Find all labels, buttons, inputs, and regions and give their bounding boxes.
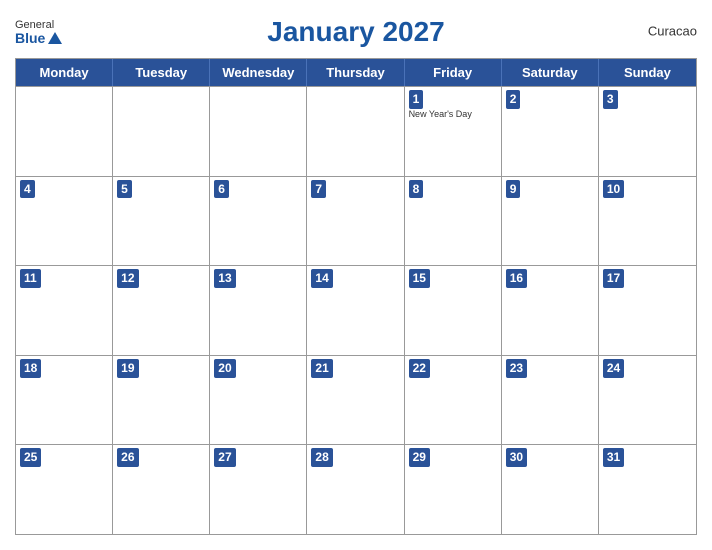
day-number: 24 <box>603 359 624 378</box>
week-row-3: 11 12 13 14 15 16 17 <box>16 265 696 355</box>
day-number: 31 <box>603 448 624 467</box>
day-number: 15 <box>409 269 430 288</box>
day-cell-31: 31 <box>599 445 696 534</box>
day-number: 7 <box>311 180 326 199</box>
day-cell-29: 29 <box>405 445 502 534</box>
day-number: 27 <box>214 448 235 467</box>
day-number: 28 <box>311 448 332 467</box>
day-cell-18: 18 <box>16 356 113 445</box>
day-number: 2 <box>506 90 521 109</box>
day-number: 18 <box>20 359 41 378</box>
day-cell-empty <box>307 87 404 176</box>
day-cell-13: 13 <box>210 266 307 355</box>
day-cell-8: 8 <box>405 177 502 266</box>
day-header-thursday: Thursday <box>307 59 404 86</box>
day-number: 20 <box>214 359 235 378</box>
day-header-monday: Monday <box>16 59 113 86</box>
day-number: 5 <box>117 180 132 199</box>
day-cell-22: 22 <box>405 356 502 445</box>
calendar-grid: MondayTuesdayWednesdayThursdayFridaySatu… <box>15 58 697 535</box>
day-number: 4 <box>20 180 35 199</box>
day-cell-17: 17 <box>599 266 696 355</box>
day-number: 26 <box>117 448 138 467</box>
day-number: 10 <box>603 180 624 199</box>
day-cell-27: 27 <box>210 445 307 534</box>
day-number: 9 <box>506 180 521 199</box>
day-cell-11: 11 <box>16 266 113 355</box>
day-cell-28: 28 <box>307 445 404 534</box>
day-cell-empty <box>113 87 210 176</box>
day-headers-row: MondayTuesdayWednesdayThursdayFridaySatu… <box>16 59 696 86</box>
day-cell-16: 16 <box>502 266 599 355</box>
logo: General Blue <box>15 20 62 45</box>
day-number: 14 <box>311 269 332 288</box>
week-row-5: 25 26 27 28 29 30 31 <box>16 444 696 534</box>
day-cell-24: 24 <box>599 356 696 445</box>
day-number: 23 <box>506 359 527 378</box>
day-number: 19 <box>117 359 138 378</box>
logo-blue-text: Blue <box>15 31 62 45</box>
day-number: 13 <box>214 269 235 288</box>
day-header-sunday: Sunday <box>599 59 696 86</box>
day-cell-19: 19 <box>113 356 210 445</box>
day-cell-30: 30 <box>502 445 599 534</box>
day-cell-12: 12 <box>113 266 210 355</box>
day-number: 3 <box>603 90 618 109</box>
day-number: 29 <box>409 448 430 467</box>
logo-general-text: General <box>15 20 54 31</box>
day-number: 11 <box>20 269 41 288</box>
day-header-friday: Friday <box>405 59 502 86</box>
day-number: 6 <box>214 180 229 199</box>
day-header-saturday: Saturday <box>502 59 599 86</box>
week-row-1: 1New Year's Day23 <box>16 86 696 176</box>
calendar-header: General Blue January 2027 Curacao <box>15 10 697 52</box>
day-number: 30 <box>506 448 527 467</box>
day-number: 8 <box>409 180 424 199</box>
day-event: New Year's Day <box>409 109 499 121</box>
day-number: 16 <box>506 269 527 288</box>
day-number: 25 <box>20 448 41 467</box>
day-cell-empty <box>210 87 307 176</box>
page-title: January 2027 <box>267 16 444 48</box>
day-cell-1: 1New Year's Day <box>405 87 502 176</box>
day-number: 1 <box>409 90 424 109</box>
week-row-4: 18 19 20 21 22 23 24 <box>16 355 696 445</box>
day-cell-25: 25 <box>16 445 113 534</box>
day-number: 21 <box>311 359 332 378</box>
day-cell-15: 15 <box>405 266 502 355</box>
day-cell-14: 14 <box>307 266 404 355</box>
region-label: Curacao <box>648 24 697 39</box>
day-cell-empty <box>16 87 113 176</box>
day-cell-20: 20 <box>210 356 307 445</box>
day-cell-2: 2 <box>502 87 599 176</box>
day-header-wednesday: Wednesday <box>210 59 307 86</box>
day-number: 17 <box>603 269 624 288</box>
day-cell-9: 9 <box>502 177 599 266</box>
weeks-container: 1New Year's Day2345678910111213141516171… <box>16 86 696 534</box>
day-number: 22 <box>409 359 430 378</box>
day-cell-7: 7 <box>307 177 404 266</box>
week-row-2: 4 5 6 7 8 9 10 <box>16 176 696 266</box>
day-cell-26: 26 <box>113 445 210 534</box>
day-number: 12 <box>117 269 138 288</box>
logo-triangle-icon <box>48 32 62 44</box>
day-header-tuesday: Tuesday <box>113 59 210 86</box>
day-cell-10: 10 <box>599 177 696 266</box>
day-cell-21: 21 <box>307 356 404 445</box>
day-cell-23: 23 <box>502 356 599 445</box>
day-cell-4: 4 <box>16 177 113 266</box>
day-cell-3: 3 <box>599 87 696 176</box>
day-cell-6: 6 <box>210 177 307 266</box>
day-cell-5: 5 <box>113 177 210 266</box>
